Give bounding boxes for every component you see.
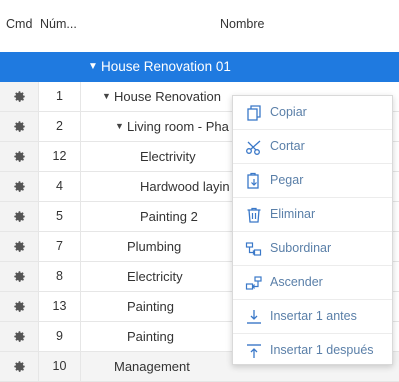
row-number: 7 — [39, 232, 81, 261]
row-number: 4 — [39, 172, 81, 201]
menu-item-indent[interactable]: Subordinar — [233, 232, 392, 266]
group-row[interactable]: ▼ House Renovation 01 — [0, 52, 399, 82]
trash-icon — [247, 207, 261, 223]
menu-item-delete[interactable]: Eliminar — [233, 198, 392, 232]
row-number: 10 — [39, 352, 81, 381]
row-number: 2 — [39, 112, 81, 141]
menu-item-label: Insertar 1 antes — [270, 309, 357, 323]
caret-down-icon[interactable]: ▼ — [88, 61, 98, 72]
row-name[interactable]: House Renovation — [114, 89, 221, 104]
gear-icon[interactable] — [0, 112, 39, 141]
column-header-name[interactable]: Nombre — [220, 17, 264, 31]
column-header-cmd[interactable]: Cmd — [6, 17, 32, 31]
caret-down-icon[interactable]: ▼ — [102, 91, 111, 101]
scissors-icon — [246, 140, 261, 155]
menu-item-label: Ascender — [270, 275, 323, 289]
row-number: 8 — [39, 262, 81, 291]
caret-down-icon[interactable]: ▼ — [115, 121, 124, 131]
row-name[interactable]: Electricity — [127, 269, 183, 284]
gear-icon[interactable] — [0, 202, 39, 231]
menu-item-label: Copiar — [270, 105, 307, 119]
gear-icon[interactable] — [0, 232, 39, 261]
menu-item-label: Eliminar — [270, 207, 316, 221]
row-name[interactable]: Painting — [127, 299, 174, 314]
row-name[interactable]: Painting — [127, 329, 174, 344]
copy-icon — [247, 105, 261, 121]
indent-icon — [245, 242, 262, 256]
row-name[interactable]: Hardwood layin — [140, 179, 230, 194]
column-header-num[interactable]: Núm... — [40, 17, 77, 31]
row-number: 12 — [39, 142, 81, 171]
menu-item-insert-before[interactable]: Insertar 1 antes — [233, 300, 392, 334]
outdent-icon — [245, 276, 262, 290]
row-name[interactable]: Living room - Pha — [127, 119, 229, 134]
menu-item-cut[interactable]: Cortar — [233, 130, 392, 164]
insert-after-icon — [247, 344, 261, 358]
paste-icon — [247, 172, 259, 189]
menu-item-label: Insertar 1 después — [270, 343, 374, 357]
row-number: 5 — [39, 202, 81, 231]
menu-item-insert-after[interactable]: Insertar 1 después — [233, 334, 392, 368]
row-number: 13 — [39, 292, 81, 321]
row-name[interactable]: Plumbing — [127, 239, 181, 254]
gear-icon[interactable] — [0, 292, 39, 321]
gear-icon[interactable] — [0, 322, 39, 351]
row-number: 1 — [39, 82, 81, 111]
menu-item-label: Cortar — [270, 139, 305, 153]
gear-icon[interactable] — [0, 172, 39, 201]
menu-item-label: Subordinar — [270, 241, 332, 255]
menu-item-copy[interactable]: Copiar — [233, 96, 392, 130]
grid-header: Cmd Núm... Nombre — [0, 0, 399, 52]
row-name[interactable]: Electrivity — [140, 149, 196, 164]
gear-icon[interactable] — [0, 82, 39, 111]
row-number: 9 — [39, 322, 81, 351]
insert-before-icon — [247, 310, 261, 324]
menu-item-paste[interactable]: Pegar — [233, 164, 392, 198]
gear-icon[interactable] — [0, 142, 39, 171]
row-name[interactable]: Management — [114, 359, 190, 374]
row-name[interactable]: Painting 2 — [140, 209, 198, 224]
menu-item-label: Pegar — [270, 173, 304, 187]
gear-icon[interactable] — [0, 262, 39, 291]
group-label: House Renovation 01 — [101, 59, 231, 74]
context-menu: Copiar Cortar Pegar Eliminar Subordinar … — [232, 95, 393, 365]
gear-icon[interactable] — [0, 352, 39, 381]
menu-item-outdent[interactable]: Ascender — [233, 266, 392, 300]
